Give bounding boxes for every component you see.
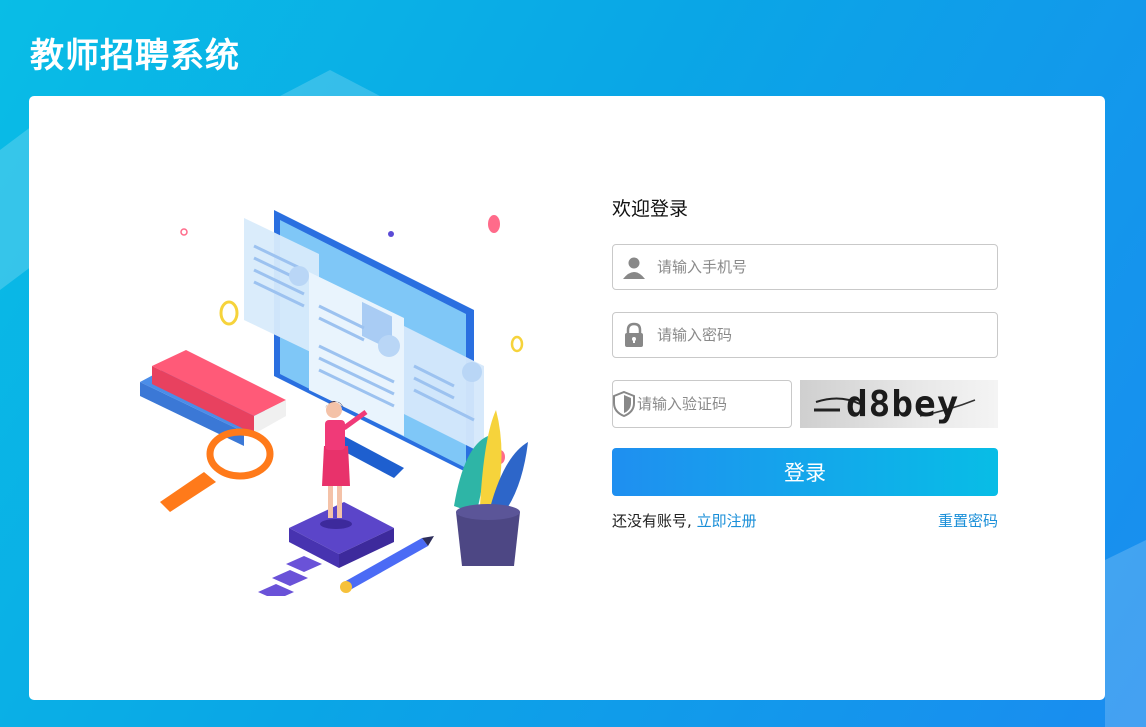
user-icon (613, 244, 655, 290)
footer-links: 还没有账号, 立即注册 重置密码 (612, 510, 998, 531)
password-field (612, 312, 998, 358)
register-prompt: 还没有账号, 立即注册 (612, 510, 757, 531)
login-form: 欢迎登录 请输入手机号 请输入验证码 d8bey 登录 还没有账号, 立即注册 … (612, 196, 998, 531)
phone-input[interactable] (655, 246, 997, 288)
welcome-heading: 欢迎登录 (612, 198, 689, 220)
password-input[interactable] (655, 314, 997, 356)
app-title: 教师招聘系统 (30, 36, 240, 76)
no-account-text: 还没有账号, (612, 512, 692, 530)
login-button[interactable]: 登录 (612, 448, 998, 496)
lock-icon (613, 312, 655, 358)
captcha-field (612, 380, 833, 428)
login-card: 欢迎登录 请输入手机号 请输入验证码 d8bey 登录 还没有账号, 立即注册 … (29, 96, 1105, 700)
recruitment-illustration (140, 210, 528, 596)
captcha-row: d8bey (612, 380, 998, 428)
captcha-image[interactable]: d8bey (800, 380, 998, 428)
phone-field (612, 244, 998, 290)
captcha-text: d8bey (846, 384, 960, 425)
register-link[interactable]: 立即注册 (697, 512, 757, 530)
reset-password-link[interactable]: 重置密码 (938, 510, 998, 531)
shield-icon (613, 381, 635, 427)
